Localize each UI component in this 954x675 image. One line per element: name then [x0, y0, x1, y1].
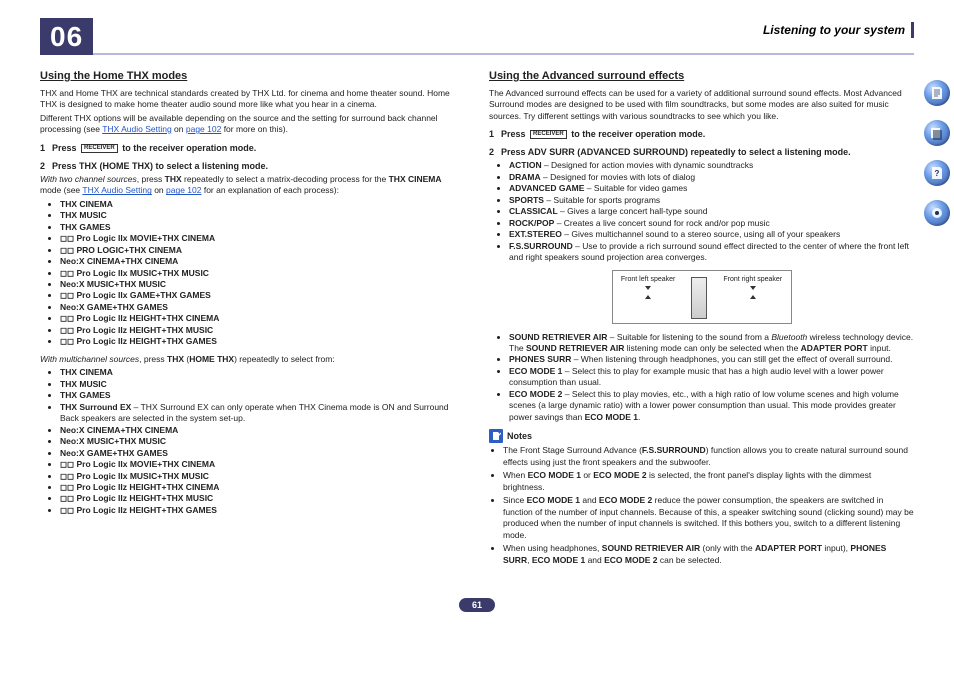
list-item: ◻◻ Pro Logic IIz HEIGHT+THX GAMES — [60, 336, 465, 347]
note-item: Since ECO MODE 1 and ECO MODE 2 reduce t… — [503, 495, 914, 541]
list-item: THX CINEMA — [60, 199, 465, 210]
list-item: F.S.SURROUND – Use to provide a rich sur… — [509, 241, 914, 264]
page-header: 06 Listening to your system — [40, 18, 914, 55]
adv-mode-list: ACTION – Designed for action movies with… — [509, 160, 914, 263]
list-item: ◻◻ Pro Logic IIz HEIGHT+THX CINEMA — [60, 482, 465, 493]
front-right-speaker: Front right speaker — [723, 275, 782, 319]
list-item: THX MUSIC — [60, 210, 465, 221]
two-channel-lead: With two channel sources, press THX repe… — [40, 174, 465, 197]
list-item: SPORTS – Suitable for sports programs — [509, 195, 914, 206]
receiver-button-icon: RECEIVER — [81, 144, 118, 153]
list-item: ACTION – Designed for action movies with… — [509, 160, 914, 171]
intro-text: THX and Home THX are technical standards… — [40, 88, 465, 111]
list-item: ◻◻ Pro Logic IIx GAME+THX GAMES — [60, 290, 465, 301]
list-item: DRAMA – Designed for movies with lots of… — [509, 172, 914, 183]
adv-mode-list-2: SOUND RETRIEVER AIR – Suitable for liste… — [509, 332, 914, 424]
multichannel-lead: With multichannel sources, press THX (HO… — [40, 354, 465, 365]
link-thx-audio[interactable]: THX Audio Setting — [102, 124, 171, 134]
right-column: Using the Advanced surround effects The … — [489, 69, 914, 568]
note-item: The Front Stage Surround Advance (F.S.SU… — [503, 445, 914, 468]
note-item: When ECO MODE 1 or ECO MODE 2 is selecte… — [503, 470, 914, 493]
left-column: Using the Home THX modes THX and Home TH… — [40, 69, 465, 568]
list-item: EXT.STEREO – Gives multichannel sound to… — [509, 229, 914, 240]
step-2: 2Press THX (HOME THX) to select a listen… — [40, 160, 465, 172]
settings-icon[interactable] — [924, 200, 950, 226]
list-item: THX GAMES — [60, 390, 465, 401]
list-item: THX Surround EX – THX Surround EX can on… — [60, 402, 465, 425]
list-item: ECO MODE 1 – Select this to play for exa… — [509, 366, 914, 389]
help-icon[interactable]: ? — [924, 160, 950, 186]
list-item: Neo:X MUSIC+THX MUSIC — [60, 436, 465, 447]
surround-column — [691, 275, 707, 319]
link-thx-audio-2[interactable]: THX Audio Setting — [82, 185, 151, 195]
front-left-speaker: Front left speaker — [621, 275, 675, 319]
step-1: 1 Press RECEIVER to the receiver operati… — [40, 142, 465, 154]
list-item: ◻◻ Pro Logic IIx MOVIE+THX CINEMA — [60, 233, 465, 244]
list-item: PHONES SURR – When listening through hea… — [509, 354, 914, 365]
notes-icon — [489, 429, 503, 443]
notes-list: The Front Stage Surround Advance (F.S.SU… — [503, 445, 914, 566]
list-item: ECO MODE 2 – Select this to play movies,… — [509, 389, 914, 423]
list-item: Neo:X GAME+THX GAMES — [60, 302, 465, 313]
two-channel-mode-list: THX CINEMATHX MUSICTHX GAMES◻◻ Pro Logic… — [60, 199, 465, 348]
speaker-diagram: Front left speaker Front right speaker — [612, 270, 792, 324]
list-item: SOUND RETRIEVER AIR – Suitable for liste… — [509, 332, 914, 355]
section-heading-adv: Using the Advanced surround effects — [489, 69, 914, 84]
list-item: ◻◻ Pro Logic IIz HEIGHT+THX CINEMA — [60, 313, 465, 324]
multichannel-mode-list: THX CINEMATHX MUSICTHX GAMESTHX Surround… — [60, 367, 465, 516]
step-2-adv: 2Press ADV SURR (ADVANCED SURROUND) repe… — [489, 146, 914, 158]
section-heading-thx: Using the Home THX modes — [40, 69, 465, 84]
list-item: ◻◻ Pro Logic IIx MOVIE+THX CINEMA — [60, 459, 465, 470]
list-item: THX GAMES — [60, 222, 465, 233]
list-item: ◻◻ Pro Logic IIx MUSIC+THX MUSIC — [60, 268, 465, 279]
header-rule: Listening to your system — [93, 23, 914, 55]
list-item: CLASSICAL – Gives a large concert hall-t… — [509, 206, 914, 217]
chapter-number: 06 — [40, 18, 93, 55]
list-item: ROCK/POP – Creates a live concert sound … — [509, 218, 914, 229]
intro-text-2: Different THX options will be available … — [40, 113, 465, 136]
svg-text:?: ? — [935, 169, 940, 178]
page-title: Listening to your system — [763, 22, 914, 38]
index-icon[interactable] — [924, 120, 950, 146]
list-item: Neo:X MUSIC+THX MUSIC — [60, 279, 465, 290]
adv-intro: The Advanced surround effects can be use… — [489, 88, 914, 122]
toc-icon[interactable] — [924, 80, 950, 106]
list-item: ◻◻ Pro Logic IIx MUSIC+THX MUSIC — [60, 471, 465, 482]
receiver-button-icon: RECEIVER — [530, 130, 567, 139]
list-item: ◻◻ Pro Logic IIz HEIGHT+THX MUSIC — [60, 325, 465, 336]
page-number-badge: 61 — [459, 598, 495, 612]
step-1-adv: 1 Press RECEIVER to the receiver operati… — [489, 128, 914, 140]
link-page-102[interactable]: page 102 — [186, 124, 221, 134]
list-item: ◻◻ PRO LOGIC+THX CINEMA — [60, 245, 465, 256]
list-item: THX MUSIC — [60, 379, 465, 390]
list-item: ADVANCED GAME – Suitable for video games — [509, 183, 914, 194]
link-page-102-b[interactable]: page 102 — [166, 185, 201, 195]
list-item: Neo:X GAME+THX GAMES — [60, 448, 465, 459]
side-nav: ? — [924, 80, 950, 226]
list-item: ◻◻ Pro Logic IIz HEIGHT+THX MUSIC — [60, 493, 465, 504]
list-item: THX CINEMA — [60, 367, 465, 378]
note-item: When using headphones, SOUND RETRIEVER A… — [503, 543, 914, 566]
list-item: Neo:X CINEMA+THX CINEMA — [60, 256, 465, 267]
notes-header: Notes — [489, 429, 914, 443]
list-item: ◻◻ Pro Logic IIz HEIGHT+THX GAMES — [60, 505, 465, 516]
list-item: Neo:X CINEMA+THX CINEMA — [60, 425, 465, 436]
